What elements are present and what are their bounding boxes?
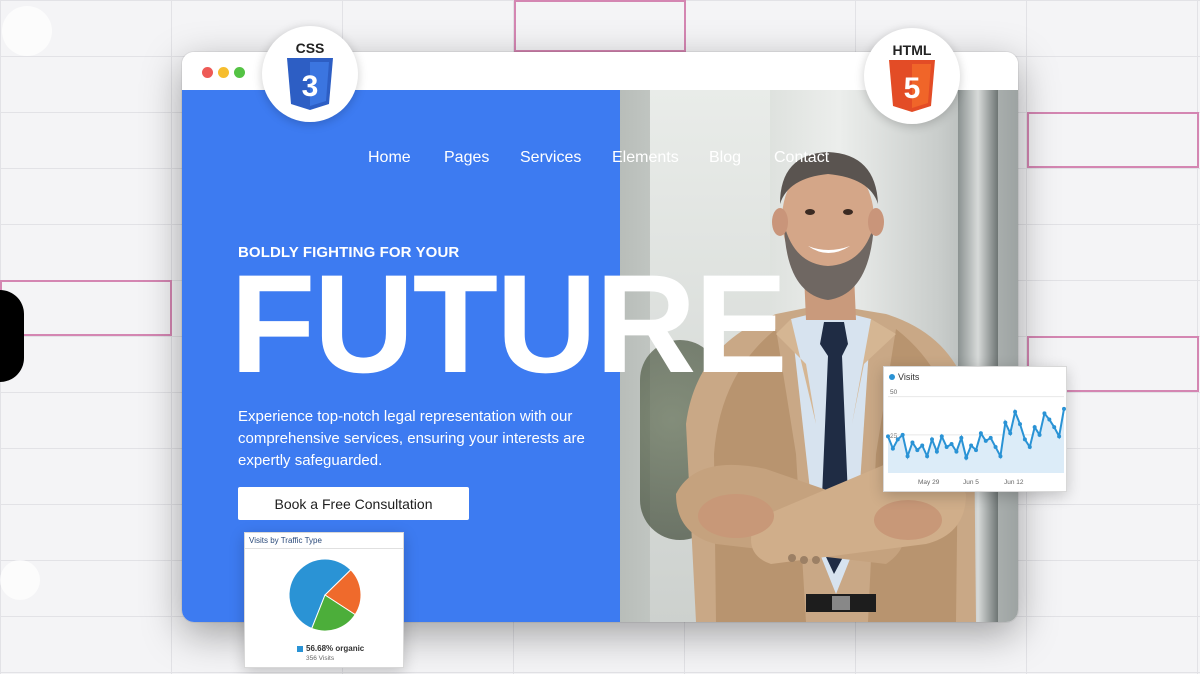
book-consultation-button[interactable]: Book a Free Consultation xyxy=(238,487,469,520)
visits-point xyxy=(890,446,895,451)
decorative-circle xyxy=(0,560,40,600)
visits-point xyxy=(1062,406,1066,411)
visits-point xyxy=(988,435,993,440)
visits-point xyxy=(1042,411,1047,416)
decorative-box xyxy=(0,280,172,336)
traffic-type-card: Visits by Traffic Type 56.68% organic 35… xyxy=(244,532,404,668)
visits-chart-card: Visits 50 25 May 29 Jun 5 Jun 12 xyxy=(883,366,1067,492)
x-tick-label: May 29 xyxy=(918,479,940,486)
visits-point xyxy=(1008,431,1013,436)
hero-description: Experience top-notch legal representatio… xyxy=(238,408,585,469)
css3-number: 3 xyxy=(302,70,319,103)
nav-elements[interactable]: Elements xyxy=(612,149,679,167)
visits-point xyxy=(959,435,964,440)
css-label: CSS xyxy=(295,40,325,56)
html-label: HTML xyxy=(892,42,932,58)
x-tick-label: Jun 12 xyxy=(1004,479,1024,486)
visits-point xyxy=(1018,422,1022,427)
visits-point xyxy=(934,449,939,454)
visits-point xyxy=(930,437,934,442)
visits-point xyxy=(1013,409,1018,414)
visits-point xyxy=(944,445,949,450)
visits-point xyxy=(954,449,959,454)
visits-point xyxy=(1057,434,1062,439)
visits-point xyxy=(1032,425,1037,430)
decorative-blob xyxy=(0,290,24,382)
visits-point xyxy=(925,454,930,459)
visits-point xyxy=(905,454,910,459)
visits-point xyxy=(978,431,983,436)
visits-point xyxy=(1052,425,1057,430)
visits-point xyxy=(1047,417,1052,422)
visits-point xyxy=(939,434,944,439)
visits-point xyxy=(910,440,915,445)
minimize-window-dot[interactable] xyxy=(218,67,229,78)
visits-point xyxy=(983,438,988,443)
traffic-legend-label: 56.68% organic xyxy=(306,644,365,653)
visits-point xyxy=(964,455,969,460)
nav-home[interactable]: Home xyxy=(368,149,411,167)
visits-point xyxy=(915,448,920,453)
html5-badge: HTML 5 xyxy=(864,28,960,124)
decorative-circle xyxy=(2,6,52,56)
visits-title: Visits xyxy=(898,372,920,382)
visits-point xyxy=(998,454,1003,459)
visits-line-chart xyxy=(886,396,1066,473)
visits-area xyxy=(888,408,1064,473)
traffic-pie-chart xyxy=(288,558,362,632)
maximize-window-dot[interactable] xyxy=(234,67,245,78)
css3-shield-icon: 3 xyxy=(287,58,333,110)
visits-point xyxy=(1037,432,1042,437)
visits-point xyxy=(1022,437,1027,442)
nav-contact[interactable]: Contact xyxy=(774,149,829,167)
x-tick-label: Jun 5 xyxy=(963,479,979,486)
visits-point xyxy=(1027,445,1032,450)
visits-point xyxy=(1003,420,1008,425)
html5-number: 5 xyxy=(904,72,921,105)
traffic-legend-swatch xyxy=(297,646,303,652)
nav-blog[interactable]: Blog xyxy=(709,149,741,167)
main-navigation: Home Pages Services Elements Blog Contac… xyxy=(182,149,1018,171)
visits-point xyxy=(974,448,978,453)
decorative-box xyxy=(1027,112,1199,168)
html5-shield-icon: 5 xyxy=(889,60,935,112)
css3-badge: CSS 3 xyxy=(262,26,358,122)
visits-point xyxy=(920,443,925,448)
hero-headline: FUTURE xyxy=(230,245,788,402)
visits-legend-dot xyxy=(889,374,895,380)
close-window-dot[interactable] xyxy=(202,67,213,78)
visits-point xyxy=(895,437,900,442)
visits-point xyxy=(886,434,890,439)
nav-services[interactable]: Services xyxy=(520,149,581,167)
visits-point xyxy=(949,441,954,446)
visits-point xyxy=(900,432,905,437)
traffic-title: Visits by Traffic Type xyxy=(249,536,322,545)
traffic-visits-count: 356 Visits xyxy=(306,655,335,662)
visits-point xyxy=(969,443,974,448)
visits-point xyxy=(993,445,998,450)
nav-pages[interactable]: Pages xyxy=(444,149,489,167)
decorative-box xyxy=(514,0,686,52)
